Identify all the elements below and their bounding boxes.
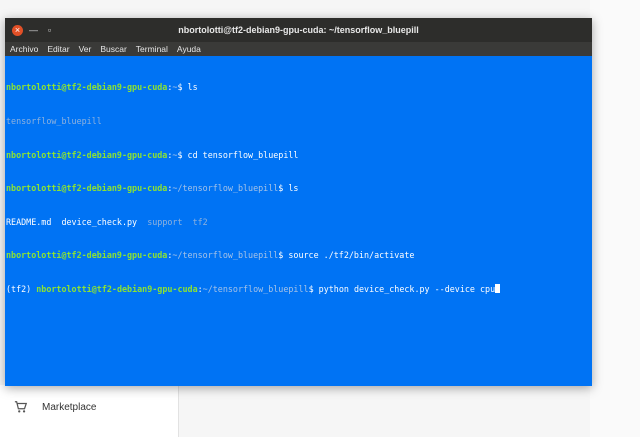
sidebar-item-label: Marketplace	[42, 401, 97, 413]
sidebar-item-marketplace[interactable]: Marketplace	[14, 400, 96, 414]
menu-archivo[interactable]: Archivo	[10, 44, 38, 54]
output-dir-text: support tf2	[147, 216, 208, 227]
terminal-line: nbortolotti@tf2-debian9-gpu-cuda:~$ ls	[6, 82, 591, 93]
menu-buscar[interactable]: Buscar	[100, 44, 126, 54]
command-text: $ cd tensorflow_bluepill	[177, 149, 299, 160]
close-button[interactable]: ×	[12, 24, 23, 36]
window-title: nbortolotti@tf2-debian9-gpu-cuda: ~/tens…	[178, 25, 419, 35]
title-bar[interactable]: × — ▫ nbortolotti@tf2-debian9-gpu-cuda: …	[5, 18, 592, 42]
minimize-icon: —	[29, 24, 38, 35]
minimize-button[interactable]: —	[28, 25, 39, 36]
prompt-path: ~/tensorflow_bluepill	[172, 183, 279, 194]
command-text: $ source ./tf2/bin/activate	[278, 250, 415, 261]
text-cursor	[495, 283, 501, 293]
output-text: README.md device_check.py	[6, 216, 148, 227]
command-text: $ python device_check.py --device cpu	[308, 283, 496, 294]
close-icon: ×	[14, 24, 21, 35]
prompt-path: ~/tensorflow_bluepill	[202, 283, 309, 294]
menu-bar: Archivo Editar Ver Buscar Terminal Ayuda	[5, 42, 592, 56]
menu-ver[interactable]: Ver	[79, 44, 92, 54]
command-text: $ ls	[177, 82, 198, 93]
menu-ayuda[interactable]: Ayuda	[177, 44, 201, 54]
terminal-output[interactable]: nbortolotti@tf2-debian9-gpu-cuda:~$ ls t…	[5, 56, 592, 322]
prompt-path: ~/tensorflow_bluepill	[172, 250, 279, 261]
terminal-line: README.md device_check.py support tf2	[6, 217, 591, 228]
terminal-line: tensorflow_bluepill	[6, 116, 591, 127]
venv-prefix: (tf2)	[6, 283, 37, 294]
terminal-line: nbortolotti@tf2-debian9-gpu-cuda:~/tenso…	[6, 183, 591, 194]
terminal-line: nbortolotti@tf2-debian9-gpu-cuda:~/tenso…	[6, 250, 591, 261]
terminal-window[interactable]: × — ▫ nbortolotti@tf2-debian9-gpu-cuda: …	[5, 18, 592, 386]
cart-icon	[14, 401, 28, 413]
output-text: tensorflow_bluepill	[6, 116, 102, 126]
background-right-panel	[590, 0, 640, 437]
maximize-icon: ▫	[47, 24, 52, 35]
maximize-button[interactable]: ▫	[44, 25, 55, 36]
prompt-user: nbortolotti@tf2-debian9-gpu-cuda	[6, 149, 168, 160]
menu-terminal[interactable]: Terminal	[136, 44, 168, 54]
menu-editar[interactable]: Editar	[47, 44, 69, 54]
terminal-line: (tf2) nbortolotti@tf2-debian9-gpu-cuda:~…	[6, 283, 591, 295]
terminal-line: nbortolotti@tf2-debian9-gpu-cuda:~$ cd t…	[6, 150, 591, 161]
prompt-user: nbortolotti@tf2-debian9-gpu-cuda	[6, 250, 168, 261]
prompt-user: nbortolotti@tf2-debian9-gpu-cuda	[6, 183, 168, 194]
prompt-user: nbortolotti@tf2-debian9-gpu-cuda	[36, 283, 198, 294]
command-text: $ ls	[278, 183, 299, 194]
prompt-user: nbortolotti@tf2-debian9-gpu-cuda	[6, 82, 168, 93]
